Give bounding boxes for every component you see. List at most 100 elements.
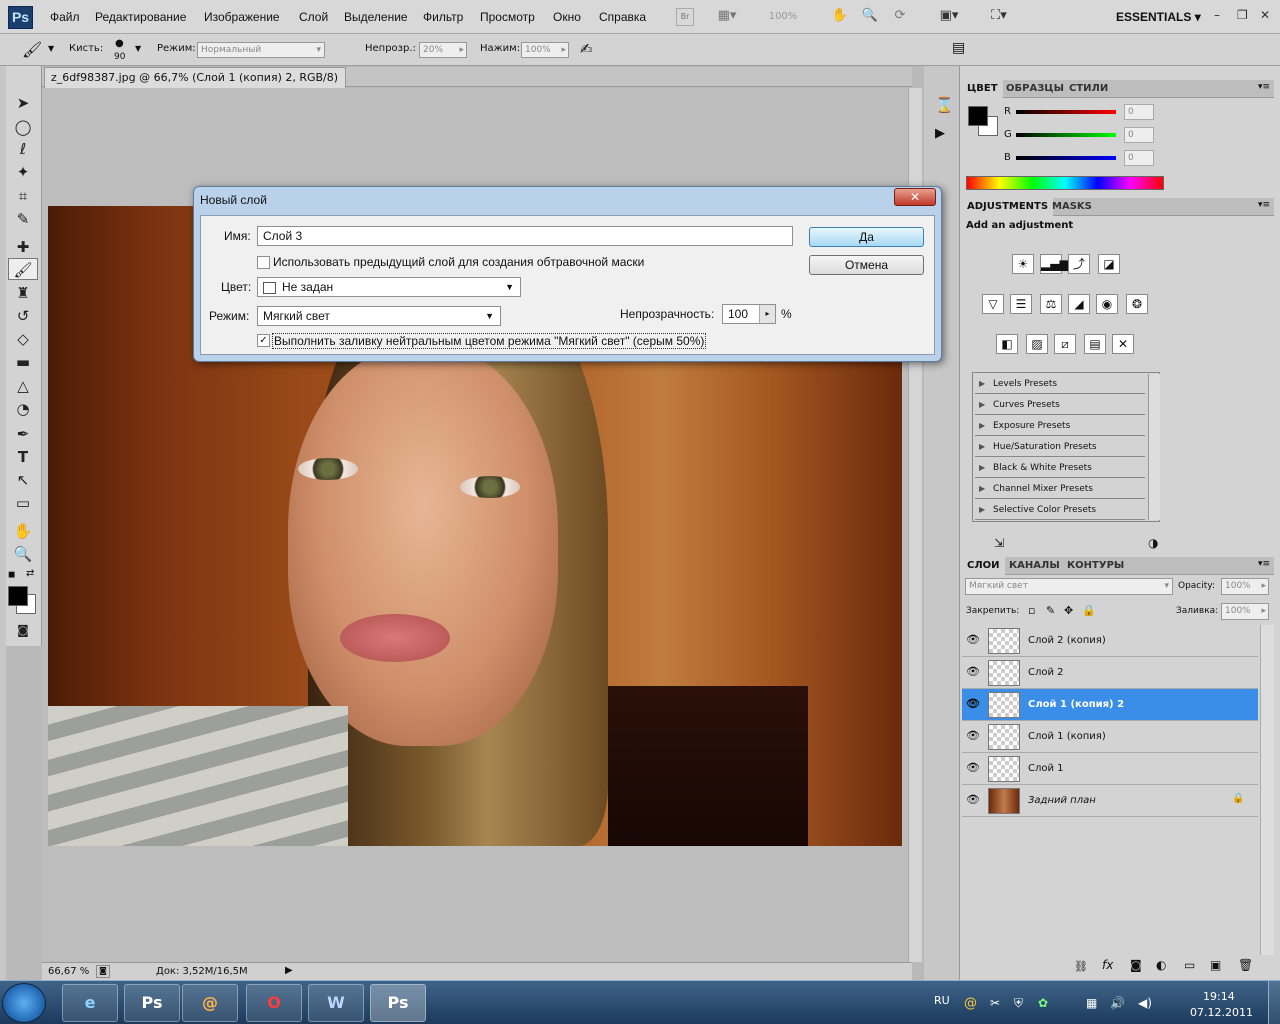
- pen-tool-icon[interactable]: ✒: [8, 423, 38, 445]
- g-value[interactable]: 0: [1124, 127, 1154, 143]
- clip-to-layer-icon[interactable]: ⇲: [994, 536, 1004, 550]
- link-layers-icon[interactable]: ⛓: [1074, 960, 1088, 973]
- invert-icon[interactable]: ◧: [996, 334, 1018, 354]
- crop-tool-icon[interactable]: ⌗: [8, 185, 38, 207]
- r-value[interactable]: 0: [1124, 104, 1154, 120]
- zoom-icon[interactable]: 🔍: [860, 8, 880, 26]
- lock-all-icon[interactable]: 🔒: [1082, 604, 1096, 617]
- type-tool-icon[interactable]: T: [8, 446, 38, 468]
- curves-icon[interactable]: ⤴: [1068, 254, 1090, 274]
- layer-row[interactable]: 👁 Слой 1: [962, 753, 1258, 785]
- fill-neutral-checkbox[interactable]: ✓: [257, 334, 270, 347]
- layers-scrollbar[interactable]: [1260, 625, 1274, 955]
- clock-date[interactable]: 07.12.2011: [1190, 1006, 1253, 1019]
- chevron-down-icon[interactable]: ▼: [48, 44, 54, 53]
- dialog-close-button[interactable]: ✕: [894, 188, 936, 206]
- opera-icon[interactable]: O: [246, 984, 302, 1022]
- layer-row-selected[interactable]: 👁 Слой 1 (копия) 2: [962, 689, 1258, 721]
- tab-color[interactable]: ЦВЕТ: [962, 80, 1003, 98]
- opacity-input[interactable]: 100 ▸: [722, 304, 776, 324]
- channel-mixer-icon[interactable]: ❂: [1126, 294, 1148, 314]
- status-menu-icon[interactable]: ◙: [96, 965, 110, 978]
- cancel-button[interactable]: Отмена: [809, 255, 924, 275]
- preset-black-white[interactable]: Black & White Presets: [975, 458, 1145, 478]
- brush-preview-icon[interactable]: ●: [115, 38, 124, 49]
- tray-volume-icon[interactable]: 🔊: [1110, 996, 1125, 1010]
- new-layer-icon[interactable]: ▣: [1210, 958, 1221, 972]
- blur-tool-icon[interactable]: △: [8, 375, 38, 397]
- document-tab[interactable]: z_6df98387.jpg @ 66,7% (Слой 1 (копия) 2…: [44, 67, 346, 104]
- presets-scrollbar[interactable]: [1148, 374, 1160, 520]
- zoom-tool-icon[interactable]: 🔍: [8, 543, 38, 565]
- history-icon[interactable]: ⌛: [935, 96, 954, 114]
- clip-mask-checkbox[interactable]: [257, 256, 270, 269]
- tray-network-icon[interactable]: ▦: [1086, 996, 1097, 1010]
- exposure-icon[interactable]: ◪: [1098, 254, 1120, 274]
- minimize-icon[interactable]: –: [1214, 8, 1220, 22]
- tab-swatches[interactable]: ОБРАЗЦЫ: [1001, 80, 1069, 98]
- marquee-tool-icon[interactable]: ◯: [8, 116, 38, 138]
- history-brush-icon[interactable]: ↺: [8, 305, 38, 327]
- path-selection-icon[interactable]: ↖: [8, 469, 38, 491]
- levels-icon[interactable]: ▂▄▆: [1040, 254, 1069, 274]
- opacity-field[interactable]: 20% ▸: [419, 42, 467, 58]
- menu-filter[interactable]: Фильтр: [423, 10, 463, 24]
- panel-menu-icon[interactable]: ▾≡: [1258, 559, 1270, 569]
- magic-wand-icon[interactable]: ✦: [8, 161, 38, 183]
- black-white-icon[interactable]: ◢: [1068, 294, 1090, 314]
- arrange-documents-icon[interactable]: ▣▾: [932, 8, 966, 26]
- new-group-icon[interactable]: ▭: [1184, 958, 1195, 972]
- menu-edit[interactable]: Редактирование: [95, 10, 186, 24]
- gradient-map-icon[interactable]: ▤: [1084, 334, 1106, 354]
- b-slider[interactable]: [1016, 156, 1116, 160]
- new-adjustment-layer-icon[interactable]: ◐: [1156, 958, 1166, 972]
- mode-select[interactable]: Мягкий свет ▼: [257, 306, 501, 326]
- layer-row[interactable]: 👁 Слой 2: [962, 657, 1258, 689]
- airbrush-icon[interactable]: ✍: [580, 40, 593, 58]
- posterize-icon[interactable]: ▨: [1026, 334, 1048, 354]
- tray-app-icon[interactable]: ✂: [990, 996, 1000, 1010]
- tab-layers[interactable]: СЛОИ: [962, 557, 1005, 575]
- foreground-color-swatch[interactable]: [968, 106, 988, 126]
- tab-masks[interactable]: MASKS: [1047, 198, 1097, 216]
- internet-explorer-icon[interactable]: e: [62, 984, 118, 1022]
- brush-panel-icon[interactable]: ▤: [952, 40, 965, 56]
- menu-help[interactable]: Справка: [599, 10, 646, 24]
- lasso-tool-icon[interactable]: ℓ: [8, 138, 38, 160]
- layer-opacity-field[interactable]: 100% ▸: [1221, 578, 1269, 595]
- layer-row[interactable]: 👁 Слой 1 (копия): [962, 721, 1258, 753]
- restore-icon[interactable]: ❐: [1237, 8, 1248, 22]
- visibility-eye-icon[interactable]: 👁: [966, 761, 980, 774]
- tab-styles[interactable]: СТИЛИ: [1064, 80, 1113, 98]
- layer-row[interactable]: 👁 Задний план 🔒: [962, 785, 1258, 817]
- word-icon[interactable]: W: [308, 984, 364, 1022]
- selective-color-icon[interactable]: ✕: [1112, 334, 1134, 354]
- visibility-eye-icon[interactable]: 👁: [966, 793, 980, 806]
- tray-shield-icon[interactable]: ⛨: [1014, 996, 1023, 1011]
- gradient-tool-icon[interactable]: ▬: [8, 351, 38, 373]
- g-slider[interactable]: [1016, 133, 1116, 137]
- eraser-icon[interactable]: ◇: [8, 328, 38, 350]
- photo-filter-icon[interactable]: ◉: [1096, 294, 1118, 314]
- color-select[interactable]: Не задан ▼: [257, 277, 521, 297]
- color-balance-icon[interactable]: ⚖: [1040, 294, 1062, 314]
- menu-window[interactable]: Окно: [553, 10, 581, 24]
- rotate-icon[interactable]: ⟳: [890, 8, 910, 26]
- lock-pixels-icon[interactable]: ✎: [1046, 604, 1055, 617]
- default-colors-icon[interactable]: ◼: [8, 570, 15, 580]
- zoom-level[interactable]: 100%: [760, 8, 806, 26]
- brush-tool-icon[interactable]: 🖌: [8, 258, 38, 280]
- visibility-eye-icon[interactable]: 👁: [966, 729, 980, 742]
- brightness-contrast-icon[interactable]: ☀: [1012, 254, 1034, 274]
- workspace-switcher[interactable]: ESSENTIALS ▾: [1116, 10, 1201, 24]
- r-slider[interactable]: [1016, 110, 1116, 114]
- layer-name-input[interactable]: Слой 3: [257, 226, 793, 246]
- tab-adjustments[interactable]: ADJUSTMENTS: [962, 198, 1054, 216]
- threshold-icon[interactable]: ⧄: [1054, 334, 1076, 354]
- screen-mode-icon[interactable]: ⛶▾: [982, 8, 1016, 26]
- visibility-eye-icon[interactable]: 👁: [966, 665, 980, 678]
- panel-menu-icon[interactable]: ▾≡: [1258, 200, 1270, 210]
- dodge-tool-icon[interactable]: ◔: [8, 398, 38, 420]
- tray-icq-icon[interactable]: ✿: [1038, 996, 1048, 1010]
- show-desktop-button[interactable]: [1268, 981, 1280, 1024]
